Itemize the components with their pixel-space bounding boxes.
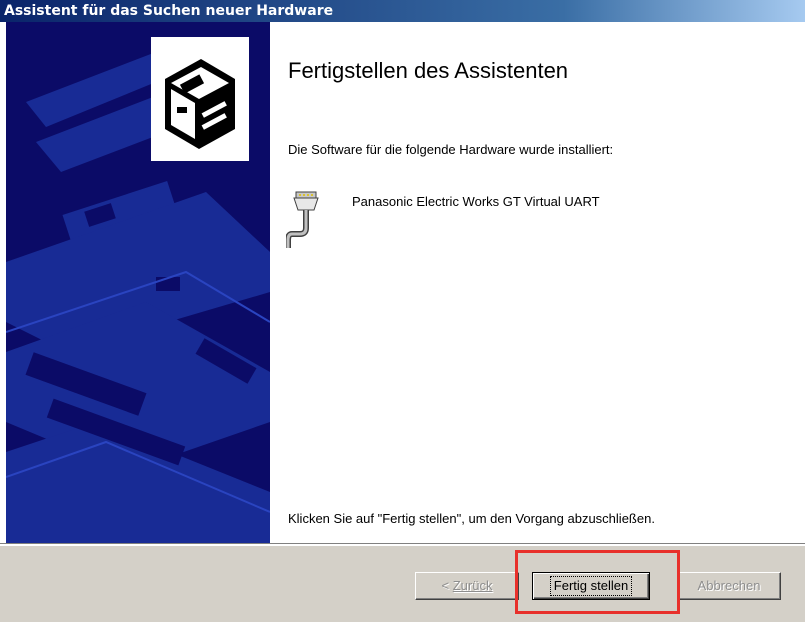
- back-button-label: Zurück: [452, 578, 493, 593]
- back-button-prefix: <: [441, 578, 453, 593]
- cancel-button[interactable]: Abbrechen: [677, 572, 781, 600]
- wizard-content: Fertigstellen des Assistenten Die Softwa…: [270, 22, 805, 544]
- page-title: Fertigstellen des Assistenten: [288, 58, 569, 83]
- window-title-bar[interactable]: Assistent für das Suchen neuer Hardware: [0, 0, 805, 22]
- button-bar: < Zurück Fertig stellen Abbrechen: [0, 543, 805, 622]
- device-name: Panasonic Electric Works GT Virtual UART: [352, 194, 600, 209]
- intro-text: Die Software für die folgende Hardware w…: [288, 142, 614, 157]
- wizard-body: Fertigstellen des Assistenten Die Softwa…: [0, 22, 805, 544]
- wizard-side-graphic: [6, 22, 270, 544]
- window-title: Assistent für das Suchen neuer Hardware: [4, 3, 334, 19]
- finish-instruction: Klicken Sie auf "Fertig stellen", um den…: [288, 511, 655, 526]
- back-button[interactable]: < Zurück: [415, 572, 519, 600]
- finish-button-highlight: [515, 550, 680, 614]
- hardware-wizard-icon: [151, 37, 249, 161]
- serial-port-icon: [285, 190, 326, 255]
